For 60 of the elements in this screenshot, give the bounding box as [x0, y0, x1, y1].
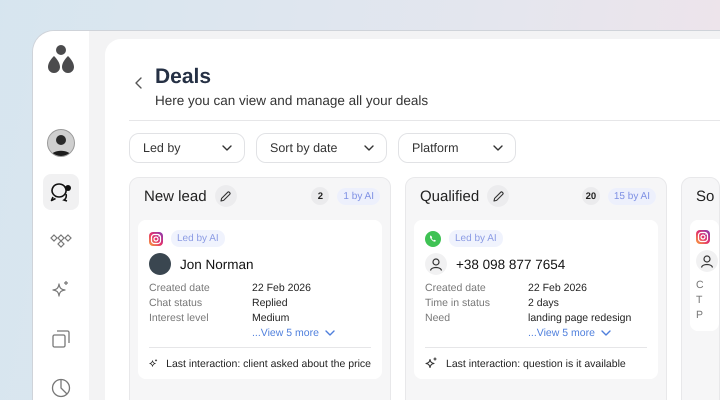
field-value: 22 Feb 2026	[528, 282, 588, 295]
field-label: Interest level	[149, 312, 210, 325]
page-title: Deals	[155, 65, 212, 89]
logo-icon	[47, 45, 75, 75]
person-avatar	[425, 253, 447, 275]
back-chevron-icon[interactable]	[135, 77, 142, 89]
copy-icon[interactable]	[52, 330, 70, 348]
pie-chart-icon[interactable]	[51, 378, 71, 398]
field-value: Medium	[252, 312, 290, 325]
field-label: Need	[425, 312, 452, 325]
field-value: landing page redesign	[528, 312, 632, 325]
field-label: C	[696, 279, 705, 292]
edit-button[interactable]	[214, 185, 237, 207]
led-by-ai-badge: Led by AI	[449, 230, 503, 247]
field-value: 2 days	[528, 297, 560, 310]
chevron-down-icon	[600, 330, 611, 336]
last-interaction-text: Last interaction: question is it available	[446, 358, 626, 370]
sparkle-icon	[425, 357, 438, 370]
filter-dropdown[interactable]: Sort by date	[256, 133, 387, 163]
pencil-icon	[220, 190, 232, 202]
view-more-link[interactable]: ...View 5 more	[252, 327, 335, 339]
instagram-icon	[149, 232, 163, 246]
chat-bubbles-icon[interactable]	[50, 182, 72, 202]
whatsapp-icon	[425, 230, 441, 246]
chevron-down-icon	[493, 145, 503, 151]
field-label: P	[696, 309, 704, 322]
column-title: Qualified	[420, 188, 480, 204]
chevron-down-icon	[324, 330, 335, 336]
contact-name: +38 098 877 7654	[456, 256, 566, 272]
column-title: New lead	[144, 188, 207, 204]
field-value: 22 Feb 2026	[252, 282, 312, 295]
filter-dropdown[interactable]: Led by	[129, 133, 245, 163]
column-title: So	[696, 188, 714, 204]
deal-count: 2	[311, 187, 330, 205]
field-label: Chat status	[149, 297, 204, 310]
sidebar-item[interactable]	[43, 174, 79, 210]
deal-count: 20	[582, 187, 600, 205]
avatar-photo	[149, 253, 171, 275]
instagram-icon	[696, 230, 710, 244]
chevron-down-icon	[222, 145, 232, 151]
view-more-link[interactable]: ...View 5 more	[528, 327, 632, 339]
page-subtitle: Here you can view and manage all your deals	[155, 93, 428, 108]
field-label: Created date	[149, 282, 211, 295]
contact-name: Jon Norman	[180, 256, 254, 272]
deal-card[interactable]: C T P	[690, 220, 719, 331]
deal-card[interactable]: Led by AI Jon Norman Created date 22 Feb 2026 Chat status Replied Interest level Medium ...View 5 more Last interaction: client asked about the price	[138, 220, 382, 379]
chevron-down-icon	[364, 145, 374, 151]
last-interaction-text: Last interaction: client asked about the price	[166, 358, 371, 370]
led-by-ai-badge: Led by AI	[171, 230, 225, 247]
pencil-icon	[492, 190, 504, 202]
field-label: T	[696, 294, 704, 307]
deal-card[interactable]: Led by AI +38 098 877 7654 Created date 22 Feb 2026 Time in status 2 days Need landing page redesign ...View 5 more Last interaction: question is it available	[414, 220, 658, 379]
field-label: Created date	[425, 282, 487, 295]
edit-button[interactable]	[487, 185, 510, 207]
diamonds-icon[interactable]	[50, 234, 72, 248]
ai-count-badge: 15 by AI	[608, 188, 656, 204]
ai-count-badge: 1 by AI	[337, 188, 380, 204]
filter-dropdown[interactable]: Platform	[398, 133, 516, 163]
field-value: Replied	[252, 297, 289, 310]
field-label: Time in status	[425, 297, 491, 310]
